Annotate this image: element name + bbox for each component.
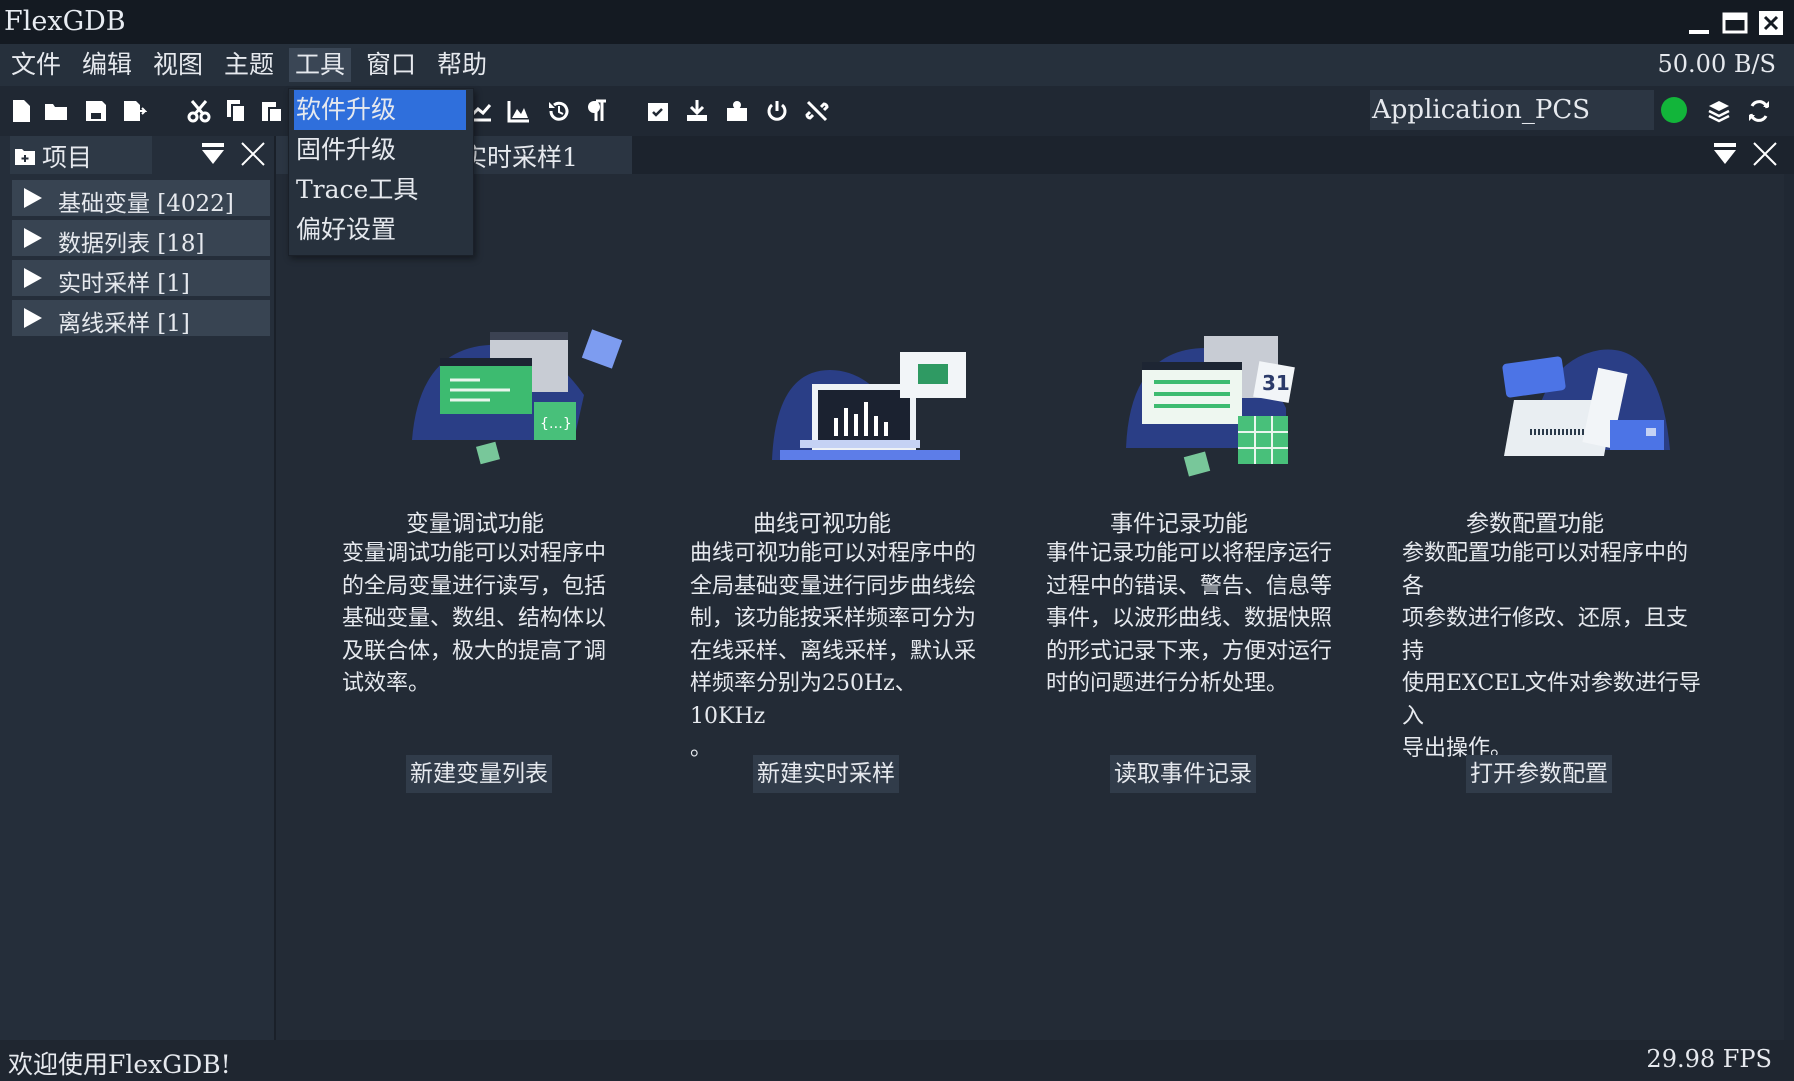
- tree-item-label: 实时采样 [1]: [58, 271, 190, 297]
- tree-item-label: 基础变量 [4022]: [58, 191, 234, 217]
- curve-visual-illustration: [760, 340, 990, 470]
- save-as-icon[interactable]: [121, 98, 148, 124]
- feature-desc-curve-visual: 曲线可视功能可以对程序中的 全局基础变量进行同步曲线绘 制，该功能按采样频率可分…: [690, 541, 977, 761]
- svg-text:31: 31: [1262, 371, 1290, 395]
- new-variable-list-button[interactable]: 新建变量列表: [406, 755, 552, 793]
- tab-close-icon[interactable]: [1751, 140, 1779, 168]
- expand-arrow-icon[interactable]: [24, 268, 42, 288]
- minimize-button[interactable]: [1686, 10, 1712, 36]
- calendar-check-icon[interactable]: [645, 98, 671, 124]
- tab-filter-icon[interactable]: [1712, 141, 1738, 167]
- expand-arrow-icon[interactable]: [24, 228, 42, 248]
- read-event-records-button[interactable]: 读取事件记录: [1110, 755, 1256, 793]
- feature-desc-parameter-config: 参数配置功能可以对程序中的各 项参数进行修改、还原，且支持 使用EXCEL文件对…: [1402, 541, 1701, 761]
- application-select[interactable]: Application_PCS: [1370, 90, 1654, 130]
- menu-file[interactable]: 文件: [5, 48, 67, 82]
- feature-title-variable-debug: 变量调试功能: [406, 511, 544, 537]
- power-icon[interactable]: [764, 98, 790, 124]
- title-bar: [0, 0, 1794, 44]
- paste-icon[interactable]: [259, 98, 285, 124]
- save-icon[interactable]: [83, 98, 109, 124]
- menu-theme[interactable]: 主题: [218, 48, 280, 82]
- tab-label: 实时采样1: [462, 143, 578, 172]
- feature-desc-event-record: 事件记录功能可以将程序运行 过程中的错误、警告、信息等 事件，以波形曲线、数据快…: [1046, 541, 1333, 696]
- open-folder-icon[interactable]: [43, 98, 69, 124]
- menu-tools[interactable]: 工具: [289, 48, 352, 82]
- new-realtime-sampling-button[interactable]: 新建实时采样: [753, 755, 899, 793]
- menu-view[interactable]: 视图: [147, 48, 209, 82]
- cut-icon[interactable]: [186, 98, 212, 124]
- expand-arrow-icon[interactable]: [24, 308, 42, 328]
- feature-title-curve-visual: 曲线可视功能: [753, 511, 891, 537]
- panel-close-icon[interactable]: [239, 140, 267, 168]
- window-title: FlexGDB: [4, 6, 126, 37]
- project-panel-title: 项目: [42, 143, 93, 172]
- refresh-icon[interactable]: [1746, 98, 1772, 124]
- paragraph-icon[interactable]: [584, 98, 610, 124]
- disconnect-icon[interactable]: [804, 98, 830, 124]
- menu-edit[interactable]: 编辑: [76, 48, 138, 82]
- menu-item-firmware-upgrade[interactable]: 固件升级: [296, 131, 396, 169]
- copy-icon[interactable]: [223, 98, 249, 124]
- status-welcome-text: 欢迎使用FlexGDB!: [8, 1050, 231, 1079]
- menu-help[interactable]: 帮助: [431, 48, 493, 82]
- area-chart-icon[interactable]: [506, 98, 532, 124]
- fps-readout: 29.98 FPS: [1646, 1045, 1772, 1073]
- new-file-icon[interactable]: [8, 98, 34, 124]
- menu-item-trace-tool[interactable]: Trace工具: [296, 171, 418, 209]
- menu-item-preferences[interactable]: 偏好设置: [296, 211, 396, 249]
- history-icon[interactable]: [546, 98, 572, 124]
- layers-icon[interactable]: [1706, 98, 1732, 124]
- expand-arrow-icon[interactable]: [24, 188, 42, 208]
- tree-item-label: 离线采样 [1]: [58, 311, 190, 337]
- close-window-button[interactable]: [1758, 10, 1784, 36]
- status-bar: [0, 1040, 1794, 1080]
- svg-text:{…}: {…}: [540, 416, 572, 432]
- parameter-config-illustration: [1470, 340, 1700, 470]
- tree-item-label: 数据列表 [18]: [58, 231, 205, 257]
- event-record-illustration: 31: [1116, 330, 1346, 480]
- variable-debug-illustration: {…}: [404, 320, 634, 470]
- connection-status-indicator: [1661, 97, 1687, 123]
- feature-title-event-record: 事件记录功能: [1110, 511, 1248, 537]
- data-rate-readout: 50.00 B/S: [1657, 50, 1777, 78]
- feature-title-parameter-config: 参数配置功能: [1466, 511, 1604, 537]
- add-folder-icon[interactable]: [14, 146, 36, 166]
- download-icon[interactable]: [684, 98, 710, 124]
- panel-filter-icon[interactable]: [200, 141, 226, 167]
- open-parameter-config-button[interactable]: 打开参数配置: [1466, 755, 1612, 793]
- feature-desc-variable-debug: 变量调试功能可以对程序中 的全局变量进行读写，包括 基础变量、数组、结构体以 及…: [342, 541, 607, 696]
- upload-box-icon[interactable]: [724, 98, 750, 124]
- maximize-button[interactable]: [1722, 10, 1748, 36]
- menu-item-software-upgrade[interactable]: 软件升级: [296, 91, 396, 129]
- menu-window[interactable]: 窗口: [360, 48, 422, 82]
